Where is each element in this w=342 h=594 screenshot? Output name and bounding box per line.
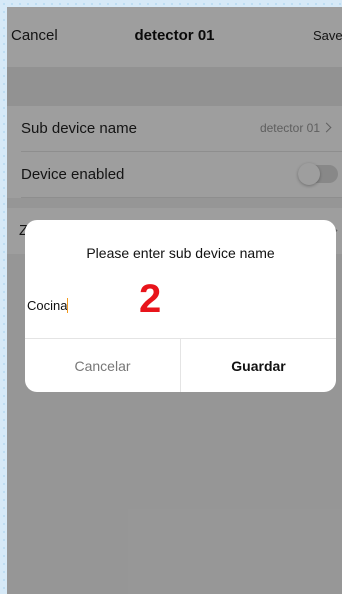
input-text: Cocina [27, 298, 68, 313]
rename-dialog: Please enter sub device name Cocina Canc… [25, 220, 336, 392]
sub-device-name-input[interactable]: Cocina [27, 296, 307, 316]
text-caret [67, 298, 69, 313]
phone-screen: Cancel detector 01 Save Sub device name … [7, 7, 342, 594]
dialog-save-button[interactable]: Guardar [181, 339, 336, 392]
dialog-cancel-button[interactable]: Cancelar [25, 339, 181, 392]
step-number-annotation: 2 [139, 277, 162, 321]
screenshot-frame: Cancel detector 01 Save Sub device name … [0, 0, 342, 594]
dialog-title: Please enter sub device name [86, 245, 275, 261]
dialog-actions: Cancelar Guardar [25, 338, 336, 392]
